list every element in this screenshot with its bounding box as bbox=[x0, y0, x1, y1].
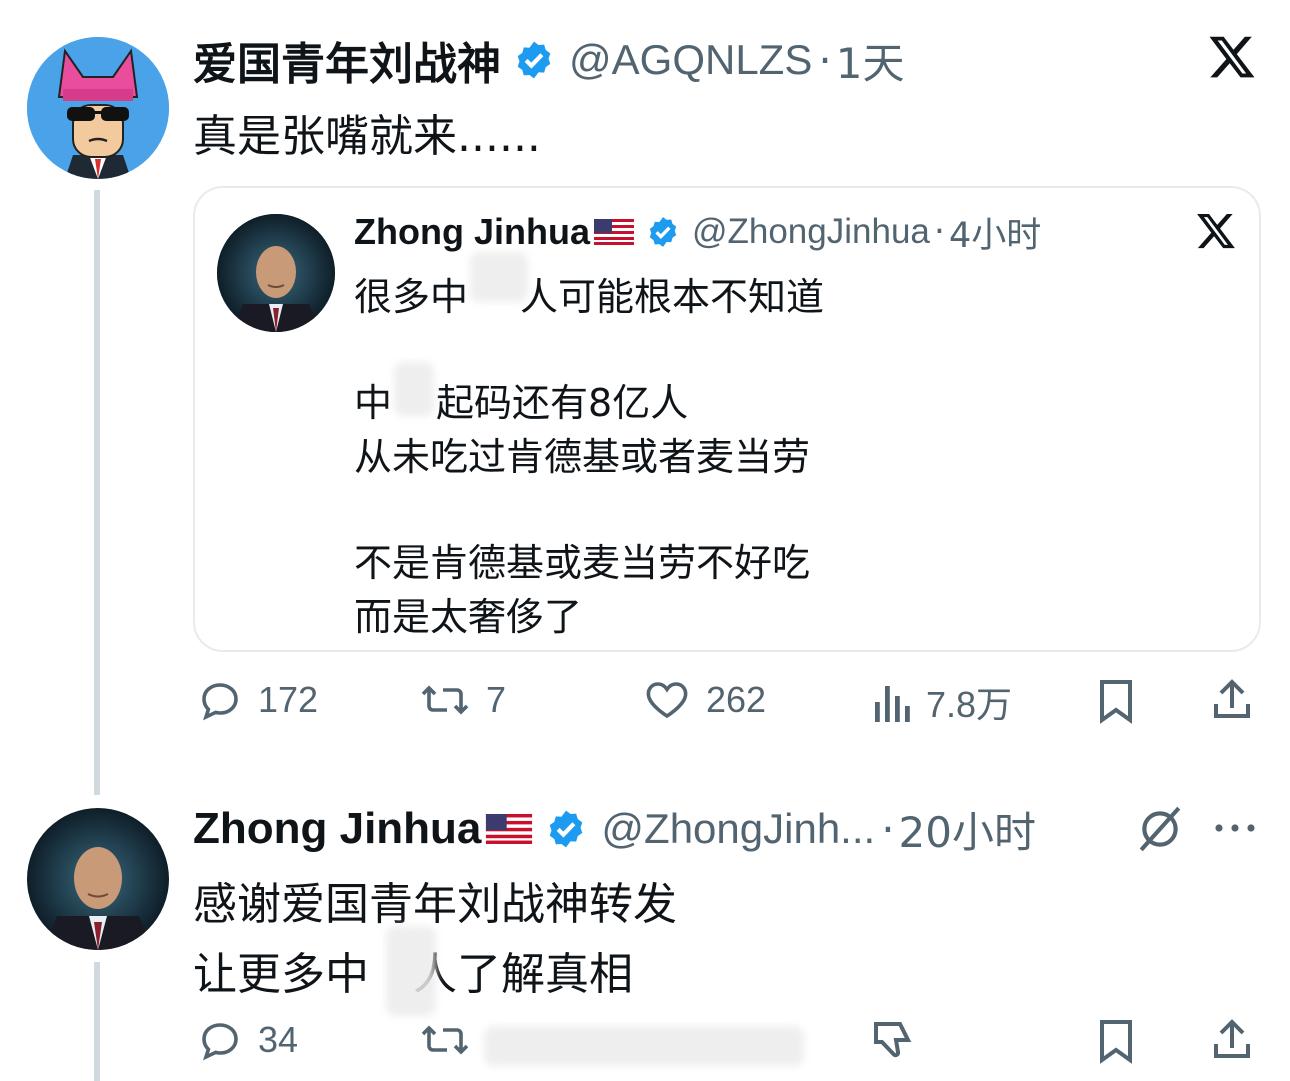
author-name[interactable]: Zhong Jinhua bbox=[193, 804, 481, 854]
dislike-button[interactable] bbox=[868, 1016, 916, 1064]
separator: · bbox=[881, 804, 895, 854]
like-button[interactable]: 262 bbox=[642, 676, 766, 724]
post1-text: 真是张嘴就来...... bbox=[193, 111, 541, 162]
reply-icon bbox=[202, 1023, 238, 1061]
x-logo-icon[interactable] bbox=[1206, 32, 1258, 86]
retweet-icon bbox=[421, 1025, 469, 1055]
quote-avatar[interactable] bbox=[217, 214, 335, 332]
retweet-icon bbox=[421, 685, 469, 715]
views-icon bbox=[875, 686, 910, 722]
bookmark-button[interactable] bbox=[1094, 676, 1138, 724]
retweet-button[interactable]: 7 bbox=[418, 676, 506, 724]
post-time[interactable]: 20小时 bbox=[899, 799, 1036, 860]
quote-text: 很多中 bbox=[354, 275, 469, 319]
avatar[interactable] bbox=[27, 808, 169, 950]
share-icon bbox=[1214, 679, 1250, 718]
quote-line-4: 不是肯德基或麦当劳不好吃 bbox=[354, 541, 811, 585]
reply-button[interactable]: 34 bbox=[196, 1016, 298, 1064]
retweet-count: 7 bbox=[486, 679, 507, 720]
post1-header: 爱国青年刘战神 @AGQNLZS · 1天 bbox=[193, 30, 905, 91]
quote-line-5: 而是太奢侈了 bbox=[354, 595, 583, 639]
separator: · bbox=[933, 212, 946, 252]
like-count: 262 bbox=[706, 679, 767, 720]
censor-blur bbox=[470, 252, 528, 302]
post1-actions: 172 7 262 7.8万 bbox=[0, 676, 1290, 736]
flag-icon bbox=[485, 814, 533, 844]
reply-icon bbox=[202, 683, 238, 721]
separator: · bbox=[818, 35, 832, 85]
quote-text: 中 bbox=[354, 381, 393, 425]
retweet-button[interactable] bbox=[418, 1016, 472, 1064]
author-handle[interactable]: @AGQNLZS bbox=[569, 36, 812, 84]
share-button[interactable] bbox=[1208, 1016, 1256, 1064]
view-count: 7.8万 bbox=[926, 684, 1013, 725]
more-icon[interactable] bbox=[1212, 818, 1258, 842]
verified-badge-icon bbox=[545, 808, 587, 850]
quote-handle[interactable]: @ZhongJinhua bbox=[692, 212, 930, 252]
quote-text: 人可能根本不知道 bbox=[520, 275, 825, 319]
post-text: 人了解真相 bbox=[413, 949, 633, 1000]
quote-time[interactable]: 4小时 bbox=[949, 207, 1041, 258]
avatar[interactable] bbox=[27, 37, 169, 179]
share-button[interactable] bbox=[1208, 676, 1256, 724]
censor-blur bbox=[484, 1026, 804, 1066]
author-handle[interactable]: @ZhongJinh... bbox=[601, 805, 875, 853]
reply-button[interactable]: 172 bbox=[196, 676, 318, 724]
bookmark-button[interactable] bbox=[1094, 1016, 1138, 1064]
quote-line-1: 很多中 人可能根本不知道 bbox=[354, 266, 824, 321]
verified-badge-icon bbox=[646, 215, 680, 249]
verified-badge-icon bbox=[513, 39, 555, 81]
grok-icon[interactable] bbox=[1134, 804, 1186, 858]
post-time[interactable]: 1天 bbox=[836, 30, 905, 91]
reply-count: 34 bbox=[258, 1019, 299, 1060]
bookmark-icon bbox=[1100, 680, 1132, 724]
post-text: 让更多中 bbox=[193, 949, 369, 1000]
censor-blur bbox=[386, 926, 436, 1016]
share-icon bbox=[1214, 1019, 1250, 1058]
quote-text: 起码还有8亿人 bbox=[436, 381, 689, 425]
post2-header: Zhong Jinhua @ZhongJinh... · 20小时 bbox=[193, 800, 1036, 858]
x-logo-icon[interactable] bbox=[1194, 210, 1238, 256]
views-button[interactable]: 7.8万 bbox=[870, 676, 1012, 728]
author-name[interactable]: 爱国青年刘战神 bbox=[193, 28, 501, 92]
quote-author-name[interactable]: Zhong Jinhua bbox=[354, 211, 590, 253]
quote-line-3: 从未吃过肯德基或者麦当劳 bbox=[354, 435, 811, 479]
bookmark-icon bbox=[1100, 1020, 1132, 1064]
reply-count: 172 bbox=[258, 679, 319, 720]
censor-blur bbox=[394, 362, 434, 416]
quote-header: Zhong Jinhua @ZhongJinhua · 4小时 bbox=[354, 208, 1041, 256]
post2-actions: 34 bbox=[0, 1016, 1290, 1076]
flag-icon bbox=[593, 219, 634, 245]
like-icon bbox=[646, 682, 688, 719]
dislike-icon bbox=[874, 1022, 912, 1058]
post2-line-1: 感谢爱国青年刘战神转发 bbox=[193, 879, 677, 930]
